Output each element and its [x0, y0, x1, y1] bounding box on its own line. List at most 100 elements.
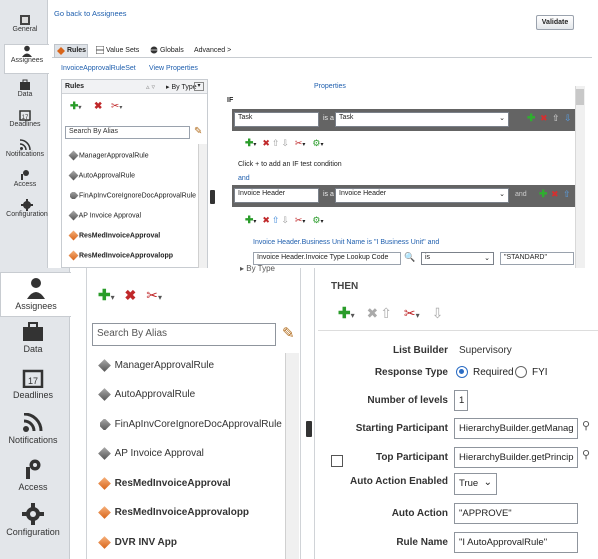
panel-splitter[interactable]: [306, 421, 312, 437]
vtab-notifications[interactable]: Notifications: [0, 411, 66, 454]
vtab-data[interactable]: Data: [4, 79, 46, 107]
vtab-assignees[interactable]: Assignees: [4, 44, 49, 74]
delete-icon[interactable]: ✖: [262, 215, 270, 225]
vtab-assignees[interactable]: Assignees: [0, 272, 71, 317]
invoice-type-value[interactable]: "STANDARD": [500, 252, 574, 265]
properties-link[interactable]: Properties: [314, 83, 346, 90]
fyi-radio[interactable]: [515, 366, 527, 378]
levels-input[interactable]: 1: [454, 390, 468, 411]
tab-globals[interactable]: Globals: [150, 46, 184, 54]
condition-1-left[interactable]: Task: [234, 112, 319, 127]
remove-condition-icon[interactable]: ✖: [551, 189, 559, 200]
rule-item-3[interactable]: AP Invoice Approval: [98, 446, 204, 460]
tab-rules[interactable]: Rules: [54, 44, 88, 58]
starting-participant-input[interactable]: HierarchyBuilder.getManag: [454, 418, 578, 439]
rule-item-0[interactable]: ManagerApprovalRule: [98, 358, 214, 372]
auto-action-input[interactable]: "APPROVE": [454, 503, 578, 524]
vtab-deadlines[interactable]: 17 Deadlines: [0, 366, 66, 408]
up-icon[interactable]: ⇧: [272, 215, 280, 225]
delete-rule-icon[interactable]: ✖: [94, 101, 102, 112]
condition-1-right[interactable]: Task ⌄: [335, 112, 509, 127]
pencil-icon[interactable]: ✎: [194, 126, 202, 137]
move-down-icon[interactable]: ⇩: [564, 113, 572, 124]
rule-icon: [98, 446, 111, 460]
up-icon[interactable]: ⇧: [272, 138, 280, 148]
down-icon[interactable]: ⇩: [281, 138, 289, 148]
rules-search-input[interactable]: Search By Alias: [65, 126, 190, 139]
condition-2-left[interactable]: Invoice Header: [234, 188, 319, 203]
properties-scrollbar-thumb[interactable]: [576, 89, 584, 105]
sort-arrows[interactable]: ▵ ▿: [146, 83, 155, 91]
add-rule-icon[interactable]: ✚: [98, 287, 111, 304]
down-icon[interactable]: ⇩: [281, 215, 289, 225]
bottom-rules-scrollbar[interactable]: [285, 353, 299, 559]
vtab-access[interactable]: Access: [4, 169, 46, 197]
move-up-icon[interactable]: ⇧: [380, 305, 392, 321]
vtab-general[interactable]: General: [4, 14, 46, 42]
cut-rule-icon[interactable]: ✂▾: [111, 101, 122, 112]
by-type-selector[interactable]: ▸ By Type: [166, 83, 197, 91]
business-unit-condition[interactable]: Invoice Header.Business Unit Name is "I …: [253, 239, 439, 246]
rule-item-2[interactable]: FinApInvCoreIgnoreDocApprovalRule: [100, 419, 285, 430]
validate-button[interactable]: Validate: [536, 15, 574, 30]
bottom-rules-search-input[interactable]: Search By Alias: [92, 323, 276, 346]
delete-icon[interactable]: ✖: [262, 138, 270, 148]
required-label: Required: [473, 367, 514, 378]
rule-item-5[interactable]: ResMedInvoiceApprovalopp: [68, 250, 173, 261]
add-action-icon[interactable]: ✚: [338, 305, 351, 322]
move-icon[interactable]: ⇧: [563, 189, 571, 200]
rule-item-1[interactable]: AutoApprovalRule: [68, 170, 135, 181]
delete-rule-icon[interactable]: ✖: [125, 287, 137, 303]
top-participant-input[interactable]: HierarchyBuilder.getPrincip: [454, 447, 578, 468]
cut-rule-icon[interactable]: ✂: [146, 287, 158, 303]
properties-scrollbar[interactable]: [575, 86, 585, 268]
rule-item-2[interactable]: FinApInvCoreIgnoreDocApprovalRule: [70, 192, 198, 200]
rule-item-3[interactable]: AP Invoice Approval: [68, 210, 141, 221]
calendar-icon: 17: [19, 110, 31, 121]
delete-action-icon[interactable]: ✖: [367, 305, 379, 321]
invoice-type-field[interactable]: Invoice Header.Invoice Type Lookup Code: [253, 252, 401, 265]
move-down-icon[interactable]: ⇩: [432, 305, 444, 321]
required-radio[interactable]: [456, 366, 468, 378]
move-up-icon[interactable]: ⇧: [552, 113, 560, 124]
search-icon[interactable]: 🔍: [404, 252, 415, 263]
rule-icon: [98, 505, 111, 519]
dropdown-icon[interactable]: ▾: [194, 82, 204, 91]
view-properties-link[interactable]: View Properties: [149, 65, 198, 72]
vtab-configuration[interactable]: Configuration: [4, 199, 50, 227]
rule-item-4[interactable]: ResMedInvoiceApproval: [68, 230, 160, 241]
add-rule-icon[interactable]: ✚▾: [70, 101, 81, 112]
ruleset-link[interactable]: InvoiceApprovalRuleSet: [61, 65, 136, 72]
vtab-data[interactable]: Data: [0, 320, 66, 362]
rule-item-1[interactable]: AutoApprovalRule: [98, 387, 195, 401]
add-condition-icon[interactable]: ✚: [527, 113, 535, 124]
tab-value-sets[interactable]: Value Sets: [95, 45, 139, 55]
rule-item-4[interactable]: ResMedInvoiceApproval: [98, 476, 231, 490]
rules-scrollbar[interactable]: [198, 144, 207, 268]
search-icon[interactable]: ⚲: [582, 448, 590, 461]
vtab-notifications[interactable]: Notifications: [4, 139, 46, 167]
rule-name-input[interactable]: "I AutoApprovalRule": [454, 532, 578, 553]
panel-splitter[interactable]: [210, 190, 215, 204]
response-type-label: Response Type: [374, 367, 448, 378]
condition-2-right[interactable]: Invoice Header ⌄: [335, 188, 509, 203]
chevron-down-icon: ⌄: [499, 115, 505, 122]
remove-condition-icon[interactable]: ✖: [540, 113, 548, 124]
cut-action-icon[interactable]: ✂: [404, 305, 416, 321]
tab-advanced[interactable]: Advanced >: [194, 47, 231, 54]
rule-item-6[interactable]: DVR INV App: [98, 535, 177, 549]
vtab-access[interactable]: Access: [0, 456, 66, 499]
and-label-1: and: [238, 175, 250, 182]
invoice-type-operator[interactable]: is ⌄: [421, 252, 494, 265]
back-to-assignees-link[interactable]: Go back to Assignees: [54, 9, 127, 18]
auto-action-enabled-select[interactable]: True ⌄: [454, 473, 497, 495]
rule-item-0[interactable]: ManagerApprovalRule: [68, 150, 149, 161]
add-condition-icon[interactable]: ✚: [539, 189, 547, 200]
rule-item-5[interactable]: ResMedInvoiceApprovalopp: [98, 505, 249, 519]
auto-action-label: Auto Action: [391, 508, 448, 519]
search-icon[interactable]: ⚲: [582, 419, 590, 432]
vtab-configuration[interactable]: Configuration: [0, 501, 66, 544]
rule-icon: [68, 210, 79, 221]
pencil-icon[interactable]: ✎: [282, 324, 295, 342]
vtab-deadlines[interactable]: 17 Deadlines: [4, 109, 46, 137]
